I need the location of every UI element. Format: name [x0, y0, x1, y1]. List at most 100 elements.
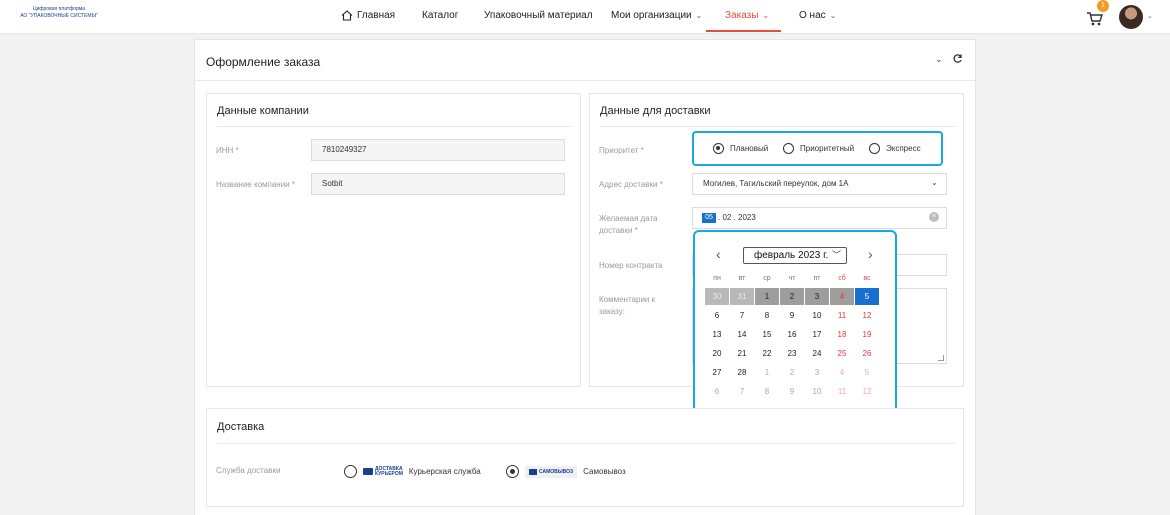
weekday-label: вс — [863, 275, 871, 282]
calendar-day[interactable]: 12 — [855, 383, 879, 400]
calendar-day[interactable]: 23 — [780, 345, 804, 362]
calendar-day[interactable]: 2 — [780, 364, 804, 381]
company-panel: Данные компании — [206, 93, 581, 387]
address-select[interactable]: Могилев, Тагильский переулок, дом 1А — [692, 173, 947, 195]
avatar[interactable] — [1119, 5, 1143, 29]
divider — [217, 126, 572, 127]
nav-item-my-orgs[interactable]: Мои организации ⌄ — [611, 10, 702, 21]
calendar-day[interactable]: 28 — [730, 364, 754, 381]
inn-field[interactable]: 7810249327 — [311, 139, 565, 161]
calendar-day[interactable]: 3 — [805, 288, 829, 305]
comment-label: Комментарии к заказу: — [599, 295, 656, 316]
month-select[interactable]: февраль 2023 г. ﹀ — [743, 247, 847, 264]
inn-label: ИНН * — [216, 146, 239, 155]
calendar-day[interactable]: 13 — [705, 326, 729, 343]
calendar-day[interactable]: 11 — [830, 383, 854, 400]
radio-label: Экспресс — [886, 144, 921, 153]
calendar-day[interactable]: 14 — [730, 326, 754, 343]
priority-option-express[interactable]: Экспресс — [869, 143, 921, 154]
chevron-left-icon[interactable]: ‹ — [716, 246, 721, 262]
calendar-day[interactable]: 5 — [855, 364, 879, 381]
calendar-day[interactable]: 21 — [730, 345, 754, 362]
site-logo[interactable]: Цифровая платформа АО "УПАКОВОЧНЫЕ СИСТЕ… — [4, 6, 114, 20]
resize-handle-icon[interactable] — [938, 355, 944, 361]
courier-logo-line-2: КУРЬЕРОМ — [375, 470, 403, 477]
calendar-day[interactable]: 4 — [830, 288, 854, 305]
radio-checked-icon[interactable] — [713, 143, 724, 154]
chevron-down-icon[interactable]: ⌄ — [931, 178, 938, 187]
calendar-day[interactable]: 12 — [855, 307, 879, 324]
calendar-day[interactable]: 3 — [805, 364, 829, 381]
date-rest-segment[interactable]: . 02 . 2023 — [718, 213, 756, 223]
calendar-day[interactable]: 1 — [755, 288, 779, 305]
calendar-day[interactable]: 17 — [805, 326, 829, 343]
calendar-day[interactable]: 9 — [780, 307, 804, 324]
home-icon — [341, 10, 353, 21]
chevron-down-icon[interactable]: ⌄ — [1147, 12, 1153, 20]
calendar-day[interactable]: 27 — [705, 364, 729, 381]
calendar-day[interactable]: 2 — [780, 288, 804, 305]
date-label: Желаемая дата доставки * — [599, 214, 658, 235]
chevron-right-icon[interactable]: › — [868, 246, 873, 262]
chevron-down-icon: ⌄ — [762, 11, 770, 20]
calendar-day[interactable]: 8 — [755, 383, 779, 400]
calendar-day[interactable]: 18 — [830, 326, 854, 343]
panel-title: Данные для доставки — [600, 105, 711, 117]
nav-item-catalog[interactable]: Каталог — [422, 10, 458, 21]
calendar-day[interactable]: 6 — [705, 383, 729, 400]
divider — [217, 443, 955, 444]
delivery-panel: Доставка — [206, 408, 964, 507]
date-picker-popup: ‹ февраль 2023 г. ﹀ › пн вт ср чт пт сб вс 30 31… — [693, 230, 897, 415]
address-label: Адрес доставки * — [599, 180, 663, 189]
priority-label: Приоритет * — [599, 146, 644, 155]
calendar-day[interactable]: 26 — [855, 345, 879, 362]
radio-checked-icon[interactable] — [506, 465, 519, 478]
calendar-day[interactable]: 20 — [705, 345, 729, 362]
calendar-day[interactable]: 15 — [755, 326, 779, 343]
calendar-day[interactable]: 22 — [755, 345, 779, 362]
nav-item-about[interactable]: О нас ⌄ — [799, 10, 836, 21]
calendar-day[interactable]: 9 — [780, 383, 804, 400]
company-name-field[interactable]: Sotbit — [311, 173, 565, 195]
calendar-day[interactable]: 10 — [805, 307, 829, 324]
nav-item-home[interactable]: Главная — [341, 10, 395, 21]
weekday-label: вт — [738, 275, 746, 282]
calendar-day[interactable]: 16 — [780, 326, 804, 343]
weekday-label: сб — [838, 275, 846, 282]
contract-label: Номер контракта — [599, 261, 663, 270]
chevron-down-icon: ⌄ — [829, 11, 837, 20]
nav-item-label: О нас — [799, 10, 826, 21]
calendar-day[interactable]: 7 — [730, 307, 754, 324]
logo-line-2: АО "УПАКОВОЧНЫЕ СИСТЕМЫ" — [20, 13, 98, 19]
calendar-day[interactable]: 5 — [855, 288, 879, 305]
calendar-day[interactable]: 8 — [755, 307, 779, 324]
priority-option-priority[interactable]: Приоритетный — [783, 143, 854, 154]
refresh-icon[interactable] — [952, 53, 963, 64]
date-day-segment[interactable]: 05 — [702, 213, 716, 223]
calendar-day[interactable]: 31 — [730, 288, 754, 305]
chevron-down-icon[interactable]: ⌄ — [935, 54, 943, 65]
calendar-day[interactable]: 6 — [705, 307, 729, 324]
priority-option-planned[interactable]: Плановый — [713, 143, 768, 154]
calendar-day[interactable]: 19 — [855, 326, 879, 343]
calendar-day[interactable]: 30 — [705, 288, 729, 305]
delivery-option-label: Самовывоз — [583, 467, 626, 476]
delivery-option-courier[interactable]: ДОСТАВКА КУРЬЕРОМ Курьерская служба — [344, 465, 481, 478]
calendar-day[interactable]: 10 — [805, 383, 829, 400]
nav-item-orders[interactable]: Заказы ⌄ — [725, 10, 769, 21]
nav-item-label: Заказы — [725, 10, 759, 21]
nav-item-packaging[interactable]: Упаковочный материал — [484, 10, 593, 21]
calendar-day[interactable]: 7 — [730, 383, 754, 400]
calendar-day[interactable]: 25 — [830, 345, 854, 362]
calendar-day[interactable]: 24 — [805, 345, 829, 362]
calendar-day[interactable]: 1 — [755, 364, 779, 381]
radio-icon[interactable] — [783, 143, 794, 154]
radio-label: Плановый — [730, 144, 769, 153]
radio-icon[interactable] — [344, 465, 357, 478]
radio-icon[interactable] — [869, 143, 880, 154]
delivery-option-pickup[interactable]: САМОВЫВОЗ Самовывоз — [506, 465, 626, 478]
logo-line-1: Цифровая платформа — [32, 6, 86, 12]
clear-icon[interactable]: × — [929, 212, 939, 222]
calendar-day[interactable]: 11 — [830, 307, 854, 324]
calendar-day[interactable]: 4 — [830, 364, 854, 381]
